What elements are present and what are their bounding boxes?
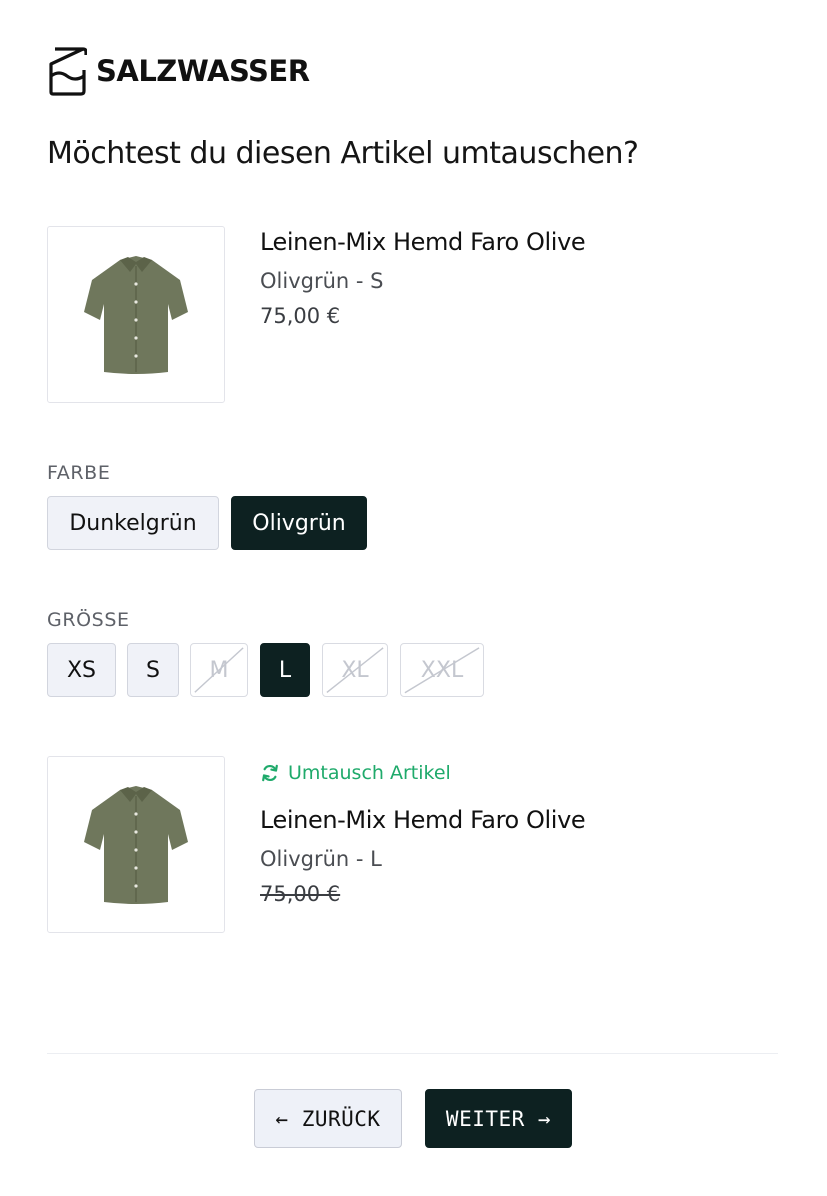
size-option-label: XXL [420,657,464,683]
exchange-item-variant: Olivgrün - L [260,847,382,871]
size-option-m: M [190,643,248,697]
size-option-xxl: XXL [400,643,484,697]
exchange-item-info: Leinen-Mix Hemd Faro Olive Olivgrün - L … [260,806,586,906]
color-options: Dunkelgrün Olivgrün [47,496,367,550]
original-item-title: Leinen-Mix Hemd Faro Olive [260,228,586,256]
size-option-l[interactable]: L [260,643,310,697]
color-option-olivgruen[interactable]: Olivgrün [231,496,367,550]
exchange-tag-label: Umtausch Artikel [288,762,451,784]
exchange-tag: Umtausch Artikel [260,762,451,784]
color-option-dunkelgruen[interactable]: Dunkelgrün [47,496,219,550]
size-option-s[interactable]: S [127,643,179,697]
size-option-label: M [209,657,229,683]
brand-name: SALZWASSER [96,54,310,88]
back-button[interactable]: ← ZURÜCK [254,1089,402,1148]
exchange-item-image [47,756,225,933]
original-item-info: Leinen-Mix Hemd Faro Olive Olivgrün - S … [260,228,586,328]
wave-logo-icon [49,47,87,96]
size-option-xs[interactable]: XS [47,643,116,697]
next-button[interactable]: WEITER → [425,1089,572,1148]
page-title: Möchtest du diesen Artikel umtauschen? [47,136,639,171]
original-item-image [47,226,225,403]
size-label: GRÖSSE [47,609,130,631]
original-item-variant: Olivgrün - S [260,269,384,293]
size-option-label: XL [341,657,369,683]
size-option-label: L [278,657,292,683]
shirt-icon [84,785,188,904]
refresh-icon [262,764,278,782]
footer-divider [47,1053,778,1054]
exchange-item-price: 75,00 € [260,882,341,906]
size-option-label: XS [66,657,97,683]
exchange-item-title: Leinen-Mix Hemd Faro Olive [260,806,586,834]
original-item-price: 75,00 € [260,304,341,328]
size-options: XS S M L XL XXL [47,643,484,697]
brand-logo: SALZWASSER [47,46,310,96]
size-option-xl: XL [322,643,388,697]
shirt-icon [84,255,188,374]
size-option-label: S [146,657,160,683]
color-label: FARBE [47,462,111,484]
